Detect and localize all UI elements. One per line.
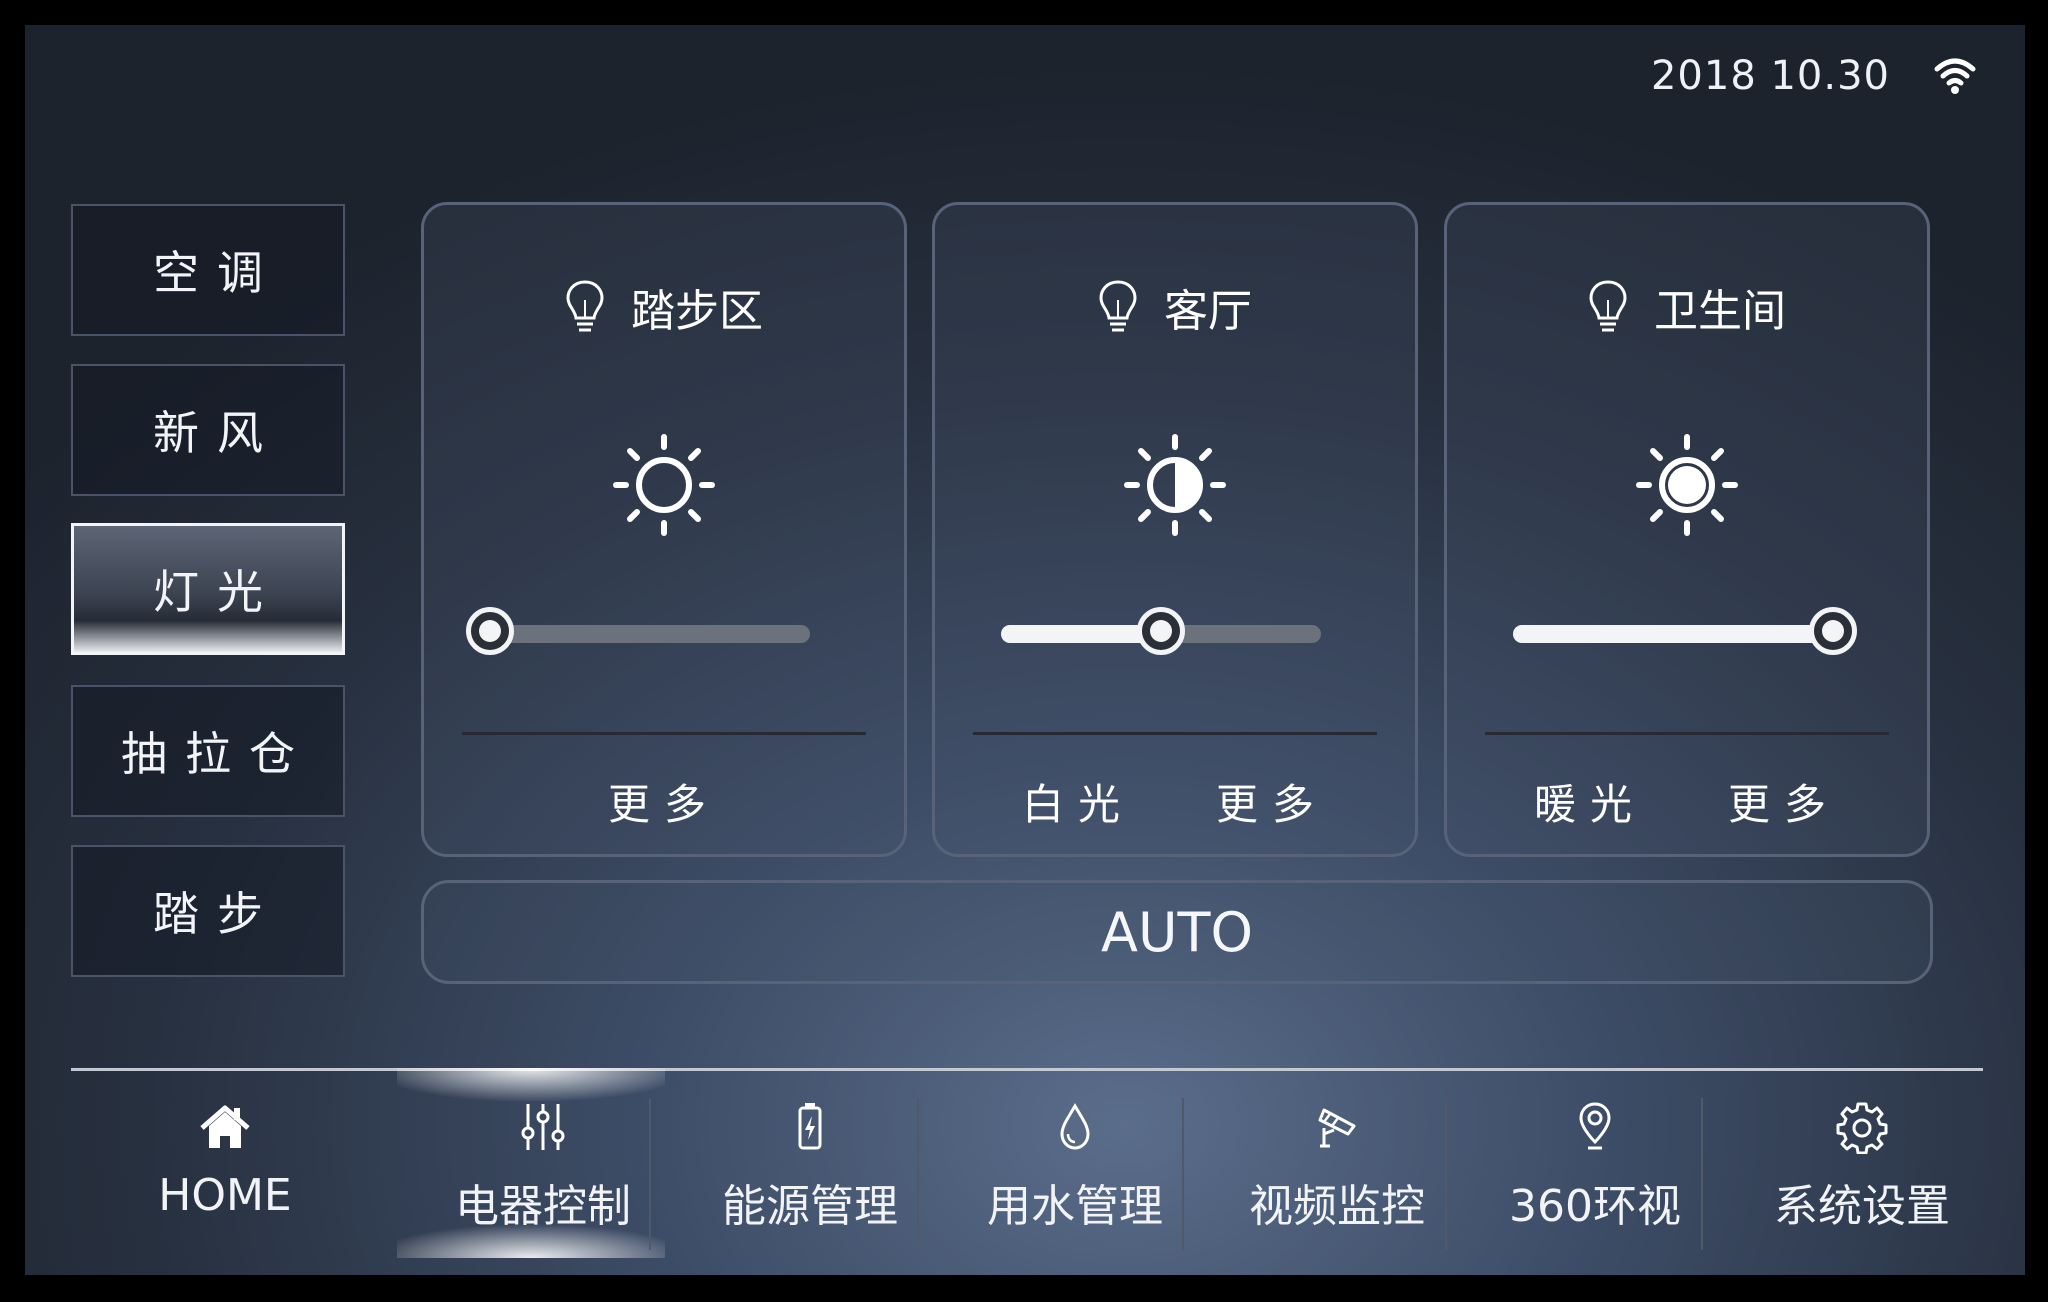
nav-separator bbox=[649, 1098, 651, 1250]
slider-handle[interactable] bbox=[466, 607, 514, 655]
battery-icon bbox=[798, 1103, 822, 1150]
nav-item-system-settings[interactable]: 系统设置 bbox=[1737, 1100, 1987, 1260]
nav-item-water-management[interactable]: 用水管理 bbox=[950, 1100, 1200, 1260]
slider-handle[interactable] bbox=[1809, 607, 1857, 655]
divider bbox=[462, 732, 866, 735]
location-pin-icon bbox=[1579, 1102, 1611, 1150]
nav-item-video-monitoring[interactable]: 视频监控 bbox=[1212, 1100, 1462, 1260]
nav-label: 电器控制 bbox=[455, 1181, 631, 1232]
divider bbox=[973, 732, 1377, 735]
sidebar-item-label: 灯光 bbox=[153, 565, 281, 619]
slider-handle[interactable] bbox=[1137, 607, 1185, 655]
card-title-label: 卫生间 bbox=[1654, 286, 1786, 337]
nav-divider-line bbox=[71, 1068, 1983, 1071]
lightbulb-icon bbox=[1589, 280, 1627, 332]
card-title: 踏步区 bbox=[424, 275, 904, 339]
nav-label: 系统设置 bbox=[1774, 1181, 1950, 1232]
water-drop-icon bbox=[1060, 1103, 1090, 1150]
card-title-label: 客厅 bbox=[1164, 286, 1252, 337]
camera-icon bbox=[1318, 1108, 1356, 1148]
brightness-slider[interactable] bbox=[1513, 607, 1857, 655]
more-button[interactable]: 更多 bbox=[1728, 771, 1840, 832]
nav-label: 用水管理 bbox=[987, 1181, 1163, 1232]
card-title: 客厅 bbox=[935, 275, 1415, 339]
nav-separator bbox=[1445, 1098, 1447, 1250]
nav-label: 能源管理 bbox=[722, 1181, 898, 1232]
brightness-slider[interactable] bbox=[466, 607, 810, 655]
nav-item-appliance-control[interactable]: 电器控制 bbox=[425, 1100, 661, 1260]
nav-item-home[interactable]: HOME bbox=[125, 1100, 325, 1260]
lightbulb-icon bbox=[566, 280, 604, 332]
sidebar-item-lighting[interactable]: 灯光 bbox=[71, 523, 345, 655]
lightbulb-icon bbox=[1099, 280, 1137, 332]
sliders-icon bbox=[521, 1104, 565, 1150]
brightness-high-icon bbox=[1636, 434, 1738, 536]
nav-label: HOME bbox=[158, 1170, 292, 1221]
home-icon bbox=[200, 1105, 250, 1148]
nav-label: 视频监控 bbox=[1249, 1181, 1425, 1232]
nav-separator bbox=[1701, 1098, 1703, 1250]
white-light-button[interactable]: 白光 bbox=[1022, 771, 1134, 832]
brightness-low-icon bbox=[613, 434, 715, 536]
nav-item-360-view[interactable]: 360环视 bbox=[1475, 1100, 1715, 1260]
auto-button[interactable]: AUTO bbox=[421, 880, 1933, 984]
nav-label: 360环视 bbox=[1509, 1181, 1681, 1232]
wifi-icon bbox=[1934, 58, 1976, 94]
light-card-living-room: 客厅 白光 更多 bbox=[932, 202, 1418, 857]
sidebar-item-label: 新风 bbox=[153, 406, 281, 460]
slider-fill bbox=[1513, 625, 1833, 643]
sidebar-item-fresh-air[interactable]: 新风 bbox=[71, 364, 345, 496]
light-card-step-area: 踏步区 更多 bbox=[421, 202, 907, 857]
sidebar-item-step[interactable]: 踏步 bbox=[71, 845, 345, 977]
more-button[interactable]: 更多 bbox=[1216, 771, 1328, 832]
nav-item-energy-management[interactable]: 能源管理 bbox=[685, 1100, 935, 1260]
brightness-slider[interactable] bbox=[1001, 607, 1321, 655]
warm-light-button[interactable]: 暖光 bbox=[1534, 771, 1646, 832]
brightness-half-icon bbox=[1124, 434, 1226, 536]
sidebar-item-label: 踏步 bbox=[153, 887, 281, 941]
card-title: 卫生间 bbox=[1447, 275, 1927, 339]
sidebar-item-label: 空调 bbox=[153, 246, 281, 300]
light-card-bathroom: 卫生间 暖光 更多 bbox=[1444, 202, 1930, 857]
nav-separator bbox=[917, 1098, 919, 1250]
date-display: 2018 10.30 bbox=[1650, 53, 1890, 99]
sidebar-item-drawer[interactable]: 抽拉仓 bbox=[71, 685, 345, 817]
sidebar-item-label: 抽拉仓 bbox=[121, 727, 313, 781]
gear-icon bbox=[1836, 1102, 1888, 1154]
sidebar-item-air-conditioning[interactable]: 空调 bbox=[71, 204, 345, 336]
divider bbox=[1485, 732, 1889, 735]
screen: 2018 10.30 空调 新风 灯光 抽拉仓 踏步 踏步区 更多 客厅 白光 … bbox=[25, 25, 2025, 1275]
more-button[interactable]: 更多 bbox=[608, 771, 720, 832]
card-title-label: 踏步区 bbox=[631, 286, 763, 337]
nav-separator bbox=[1182, 1098, 1184, 1250]
